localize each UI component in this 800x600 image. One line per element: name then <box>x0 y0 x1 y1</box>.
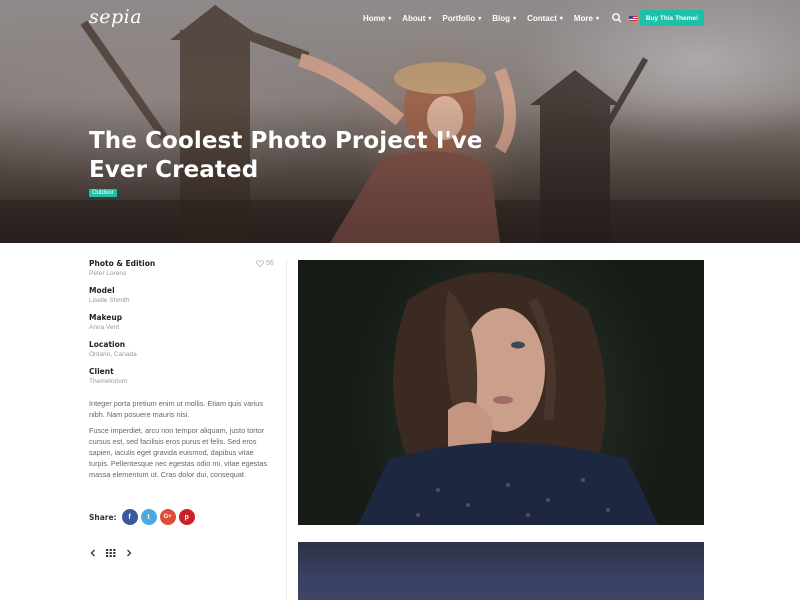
column-divider <box>286 259 287 600</box>
flag-icon <box>629 15 638 21</box>
meta-label: Makeup <box>89 313 123 322</box>
chevron-down-icon: ▾ <box>513 15 517 22</box>
meta-item-model: Model Liselle Shmith <box>89 286 273 313</box>
google-plus-icon: G+ <box>163 514 172 520</box>
google-plus-share-button[interactable]: G+ <box>159 509 176 525</box>
main-navigation: Home ▾ About ▾ Portfolio ▾ Blog ▾ Contac… <box>363 12 650 24</box>
nav-item-label: More <box>573 13 593 23</box>
nav-item-label: About <box>402 13 426 23</box>
chevron-down-icon: ▾ <box>596 15 600 22</box>
meta-item-photo: Photo & Edition Peter Lorens <box>89 259 273 286</box>
nav-item-contact[interactable]: Contact ▾ <box>527 14 563 23</box>
chevron-down-icon: ▾ <box>388 15 392 22</box>
nav-item-label: Portfolio <box>442 13 476 23</box>
share-label: Share: <box>89 512 117 522</box>
nav-item-label: Home <box>363 13 386 23</box>
chevron-down-icon: ▾ <box>478 15 482 22</box>
grid-icon <box>106 549 116 557</box>
prev-project-button[interactable] <box>89 549 97 557</box>
meta-label: Model <box>89 286 115 295</box>
project-description-paragraph: Fusce imperdiet, arcu non tempor aliquam… <box>89 426 268 479</box>
meta-item-location: Location Ontario, Canada <box>89 340 273 367</box>
project-pagination <box>89 549 133 557</box>
search-icon[interactable] <box>611 12 623 24</box>
meta-value: Anna Vent <box>89 324 119 331</box>
chevron-down-icon: ▾ <box>428 15 432 22</box>
nav-item-about[interactable]: About ▾ <box>402 14 431 23</box>
hero-banner <box>0 0 800 243</box>
nav-item-label: Blog <box>492 13 511 23</box>
next-project-button[interactable] <box>125 549 133 557</box>
pinterest-icon: p <box>184 513 189 521</box>
pinterest-share-button[interactable]: p <box>178 509 195 525</box>
category-badge[interactable]: Outdoor <box>89 189 117 197</box>
meta-value: Peter Lorens <box>89 270 127 277</box>
site-logo[interactable]: sepia <box>89 6 142 28</box>
gallery-photo[interactable] <box>298 260 704 525</box>
chevron-right-icon <box>127 549 132 557</box>
nav-item-blog[interactable]: Blog ▾ <box>492 14 516 23</box>
nav-item-portfolio[interactable]: Portfolio ▾ <box>442 14 481 23</box>
meta-value: Ontario, Canada <box>89 351 137 358</box>
page-title: The Coolest Photo Project I've Ever Crea… <box>89 128 483 183</box>
meta-label: Location <box>89 340 126 349</box>
twitter-icon: t <box>147 513 150 521</box>
portrait-photo-image <box>358 272 658 525</box>
meta-value: Themetorium <box>89 378 128 385</box>
meta-item-makeup: Makeup Anna Vent <box>89 313 273 340</box>
share-bar: Share: f t G+ p <box>89 509 198 525</box>
meta-value: Liselle Shmith <box>89 297 130 304</box>
hero-overlay <box>0 0 800 243</box>
project-description-paragraph: Integer porta pretium enim ut mollis. Et… <box>89 399 263 419</box>
project-meta: Photo & Edition Peter Lorens Model Lisel… <box>89 259 273 394</box>
all-projects-button[interactable] <box>106 549 116 557</box>
facebook-share-button[interactable]: f <box>121 509 138 525</box>
buy-theme-button[interactable]: Buy This Theme! <box>640 10 704 26</box>
gallery-photo[interactable] <box>298 542 704 600</box>
chevron-down-icon: ▾ <box>559 15 563 22</box>
twitter-share-button[interactable]: t <box>140 509 157 525</box>
nav-item-label: Contact <box>527 13 557 23</box>
meta-label: Client <box>89 367 114 376</box>
chevron-left-icon <box>90 549 95 557</box>
meta-item-client: Client Themetorium <box>89 367 273 394</box>
facebook-icon: f <box>128 513 131 521</box>
nav-item-home[interactable]: Home ▾ <box>363 14 391 23</box>
nav-item-more[interactable]: More ▾ <box>574 14 599 23</box>
meta-label: Photo & Edition <box>89 259 156 268</box>
